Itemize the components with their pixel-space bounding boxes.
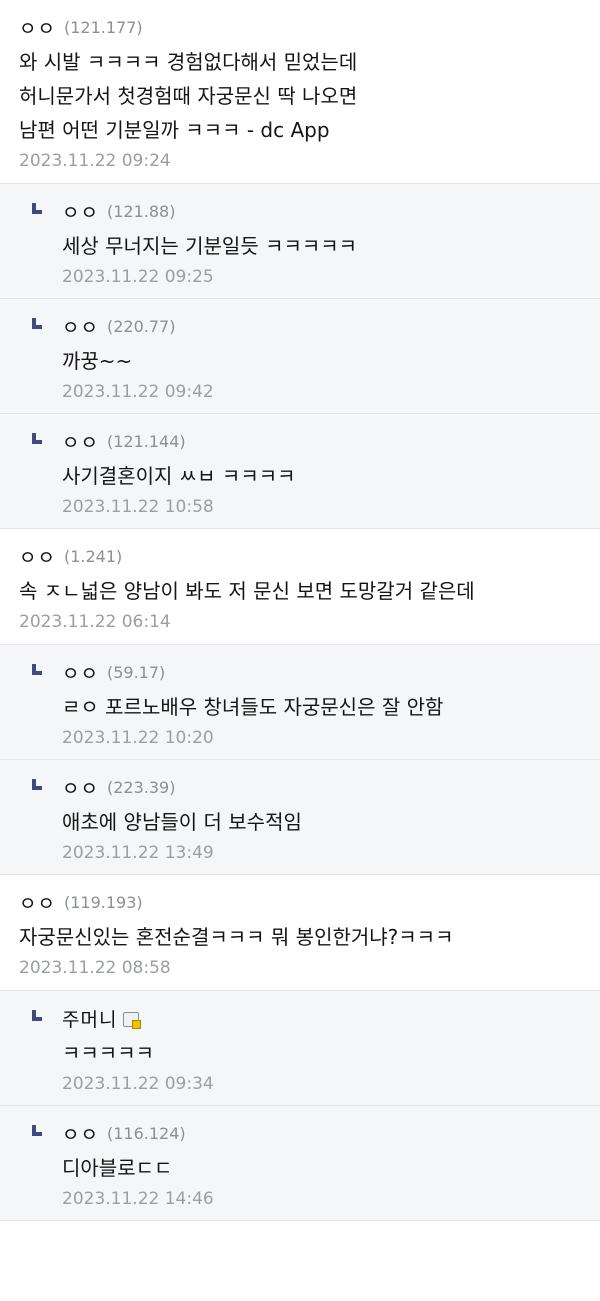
comment-text-line: 남편 어떤 기분일까 ㅋㅋㅋ - dc App	[19, 118, 330, 142]
comment-text-line: 속 ㅈㄴ넓은 양남이 봐도 저 문신 보면 도망갈거 같은데	[19, 579, 475, 603]
comment-text: 속 ㅈㄴ넓은 양남이 봐도 저 문신 보면 도망갈거 같은데	[19, 574, 582, 608]
ip-address: (121.144)	[106, 431, 186, 451]
comment[interactable]: ㅇㅇ (119.193) 자궁문신있는 혼전순결ㅋㅋㅋ 뭐 봉인한거냐?ㅋㅋㅋ …	[0, 875, 600, 991]
nickname[interactable]: ㅇㅇ	[62, 428, 99, 455]
reply-arrow-icon	[30, 661, 44, 679]
reply-date: 2023.11.22 09:34	[62, 1074, 214, 1094]
reply-text: 까꿍~~	[62, 349, 133, 373]
nickname[interactable]: ㅇㅇ	[62, 659, 99, 686]
comment[interactable]: ㅇㅇ (1.241) 속 ㅈㄴ넓은 양남이 봐도 저 문신 보면 도망갈거 같은…	[0, 529, 600, 645]
ip-address: (1.241)	[63, 546, 123, 566]
ip-address: (220.77)	[106, 316, 176, 336]
comment-text-line: 허니문가서 첫경험때 자궁문신 딱 나오면	[19, 84, 358, 108]
nickname[interactable]: ㅇㅇ	[62, 313, 99, 340]
reply-arrow-icon	[30, 315, 44, 333]
ip-address: (59.17)	[106, 662, 166, 682]
reply-text: 사기결혼이지 ㅆㅂ ㅋㅋㅋㅋ	[62, 464, 296, 488]
ip-address: (121.177)	[63, 17, 143, 37]
ip-address: (223.39)	[106, 777, 176, 797]
reply-header: ㅇㅇ (220.77)	[30, 313, 582, 339]
reply-text: 애초에 양남들이 더 보수적임	[62, 810, 302, 834]
reply-arrow-icon	[30, 1007, 44, 1025]
reply-arrow-icon	[30, 430, 44, 448]
reply[interactable]: 주머니 ㅋㅋㅋㅋㅋ 2023.11.22 09:34	[0, 991, 600, 1106]
ip-address: (119.193)	[63, 892, 143, 912]
reply-text: ㅋㅋㅋㅋㅋ	[62, 1041, 154, 1065]
nickname[interactable]: ㅇㅇ	[19, 14, 56, 41]
reply-text: 세상 무너지는 기분일듯 ㅋㅋㅋㅋㅋ	[62, 234, 358, 258]
nickname[interactable]: ㅇㅇ	[19, 543, 56, 570]
comment-header: ㅇㅇ (119.193)	[19, 889, 582, 915]
nickname[interactable]: ㅇㅇ	[19, 889, 56, 916]
comment-text: 와 시발 ㅋㅋㅋㅋ 경험없다해서 믿었는데 허니문가서 첫경험때 자궁문신 딱 …	[19, 45, 582, 147]
comment-date: 2023.11.22 08:58	[19, 958, 171, 978]
reply-arrow-icon	[30, 776, 44, 794]
reply-text: 디아블로ㄷㄷ	[62, 1156, 173, 1180]
comment-text: 자궁문신있는 혼전순결ㅋㅋㅋ 뭐 봉인한거냐?ㅋㅋㅋ	[19, 920, 582, 954]
comment-list: ㅇㅇ (121.177) 와 시발 ㅋㅋㅋㅋ 경험없다해서 믿었는데 허니문가서…	[0, 0, 600, 1221]
reply[interactable]: ㅇㅇ (121.88) 세상 무너지는 기분일듯 ㅋㅋㅋㅋㅋ 2023.11.2…	[0, 184, 600, 299]
ip-address: (121.88)	[106, 201, 176, 221]
gallog-icon[interactable]	[123, 1011, 142, 1029]
reply-header: ㅇㅇ (116.124)	[30, 1120, 582, 1146]
reply-header: 주머니	[30, 1005, 582, 1031]
reply[interactable]: ㅇㅇ (121.144) 사기결혼이지 ㅆㅂ ㅋㅋㅋㅋ 2023.11.22 1…	[0, 414, 600, 529]
reply-date: 2023.11.22 10:20	[62, 728, 214, 748]
reply[interactable]: ㅇㅇ (59.17) ㄹㅇ 포르노배우 창녀들도 자궁문신은 잘 안함 2023…	[0, 645, 600, 760]
nickname[interactable]: 주머니	[62, 1005, 117, 1032]
reply[interactable]: ㅇㅇ (220.77) 까꿍~~ 2023.11.22 09:42	[0, 299, 600, 414]
reply-arrow-icon	[30, 1122, 44, 1140]
reply-arrow-icon	[30, 200, 44, 218]
nickname[interactable]: ㅇㅇ	[62, 774, 99, 801]
reply-header: ㅇㅇ (121.88)	[30, 198, 582, 224]
ip-address: (116.124)	[106, 1123, 186, 1143]
reply[interactable]: ㅇㅇ (116.124) 디아블로ㄷㄷ 2023.11.22 14:46	[0, 1106, 600, 1221]
comment-header: ㅇㅇ (1.241)	[19, 543, 582, 569]
comment-text-line: 와 시발 ㅋㅋㅋㅋ 경험없다해서 믿었는데	[19, 50, 358, 74]
reply-header: ㅇㅇ (59.17)	[30, 659, 582, 685]
comment-date: 2023.11.22 06:14	[19, 612, 171, 632]
reply-text: ㄹㅇ 포르노배우 창녀들도 자궁문신은 잘 안함	[62, 695, 444, 719]
reply-date: 2023.11.22 09:42	[62, 382, 214, 402]
comment[interactable]: ㅇㅇ (121.177) 와 시발 ㅋㅋㅋㅋ 경험없다해서 믿었는데 허니문가서…	[0, 0, 600, 184]
nickname[interactable]: ㅇㅇ	[62, 1120, 99, 1147]
comment-text-line: 자궁문신있는 혼전순결ㅋㅋㅋ 뭐 봉인한거냐?ㅋㅋㅋ	[19, 925, 454, 949]
nickname[interactable]: ㅇㅇ	[62, 198, 99, 225]
reply-header: ㅇㅇ (223.39)	[30, 774, 582, 800]
reply-date: 2023.11.22 09:25	[62, 267, 214, 287]
comment-date: 2023.11.22 09:24	[19, 151, 171, 171]
reply-date: 2023.11.22 10:58	[62, 497, 214, 517]
reply[interactable]: ㅇㅇ (223.39) 애초에 양남들이 더 보수적임 2023.11.22 1…	[0, 760, 600, 875]
reply-header: ㅇㅇ (121.144)	[30, 428, 582, 454]
reply-date: 2023.11.22 13:49	[62, 843, 214, 863]
reply-date: 2023.11.22 14:46	[62, 1189, 214, 1209]
comment-header: ㅇㅇ (121.177)	[19, 14, 582, 40]
